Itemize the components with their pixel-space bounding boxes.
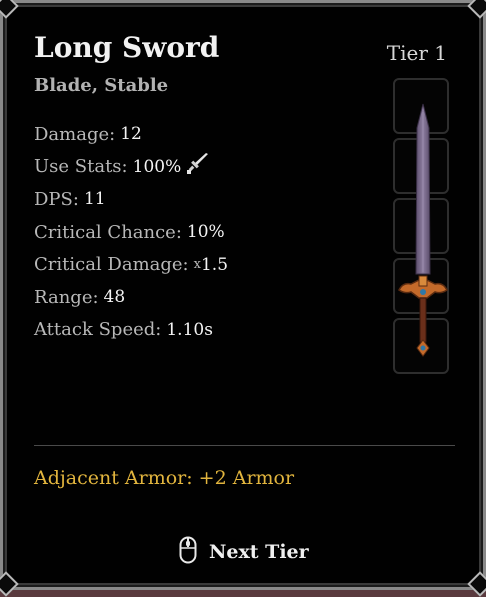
stat-value: 11 — [83, 189, 106, 210]
stats-list: Damage: 12 Use Stats: 100% DPS: 11 Criti… — [34, 118, 228, 346]
corner-ornament — [0, 571, 19, 597]
stat-dps: DPS: 11 — [34, 183, 228, 216]
corner-ornament — [0, 0, 19, 19]
stat-label: Attack Speed: — [34, 319, 162, 341]
stat-attack-speed: Attack Speed: 1.10s — [34, 314, 228, 347]
stat-damage: Damage: 12 — [34, 118, 228, 151]
item-tooltip: Long Sword Tier 1 Blade, Stable Damage: … — [0, 0, 486, 597]
stat-range: Range: 48 — [34, 281, 228, 314]
stat-value: 1.5 — [200, 254, 229, 275]
next-tier-label: Next Tier — [209, 541, 309, 563]
adjacent-bonus: Adjacent Armor: +2 Armor — [34, 467, 295, 489]
item-name: Long Sword — [34, 31, 220, 64]
stat-label: Range: — [34, 286, 99, 308]
long-sword-image — [398, 103, 448, 357]
stat-critical-damage: Critical Damage: x 1.5 — [34, 248, 228, 281]
stat-value: 1.10s — [166, 319, 213, 340]
stat-label: Critical Damage: — [34, 254, 189, 276]
stat-label: Damage: — [34, 123, 116, 145]
stat-label: Critical Chance: — [34, 221, 182, 243]
stat-critical-chance: Critical Chance: 10% — [34, 216, 228, 249]
multiplier-prefix: x — [193, 257, 201, 273]
corner-ornament — [467, 571, 486, 597]
corner-ornament — [467, 0, 486, 19]
item-tier: Tier 1 — [386, 41, 447, 65]
stat-use-stats: Use Stats: 100% — [34, 151, 228, 184]
mouse-icon — [179, 536, 197, 568]
stat-label: Use Stats: — [34, 156, 128, 178]
stat-value: 12 — [120, 124, 142, 145]
next-tier-button[interactable]: Next Tier — [179, 535, 309, 569]
sword-icon — [186, 153, 210, 180]
divider — [34, 445, 455, 446]
stat-label: DPS: — [34, 188, 79, 210]
stat-value: 100% — [132, 156, 182, 177]
stat-value: 48 — [103, 287, 126, 308]
item-tags: Blade, Stable — [34, 75, 169, 96]
stat-value: 10% — [186, 222, 225, 243]
